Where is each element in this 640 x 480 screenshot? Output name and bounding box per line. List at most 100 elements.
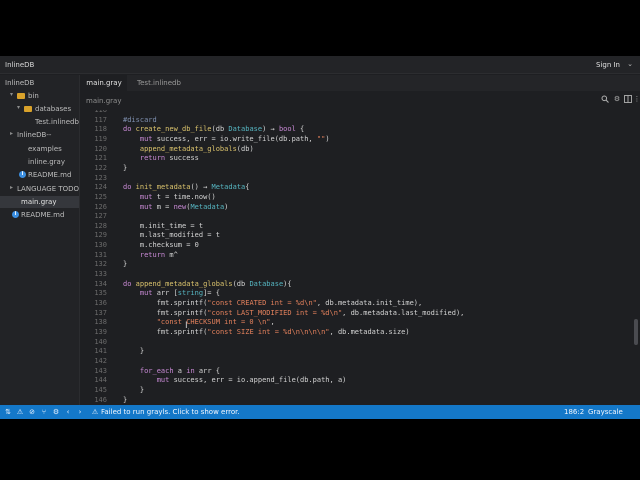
code-line[interactable]: 122}	[81, 164, 632, 174]
sidebar-item[interactable]: ▾ bin	[0, 90, 79, 102]
sidebar-item[interactable]: i README.md	[0, 209, 79, 221]
code-line[interactable]: 141 }	[81, 347, 632, 357]
code-line[interactable]: 119 mut success, err = io.write_file(db.…	[81, 135, 632, 145]
status-message[interactable]: Failed to run grayls. Click to show erro…	[101, 408, 240, 416]
chevron-icon[interactable]: ‹	[64, 408, 72, 416]
code-token: ,	[270, 318, 275, 327]
code-line[interactable]: 134 do append_metadata_globals(db Databas…	[81, 280, 632, 290]
line-number: 118	[94, 125, 107, 134]
code-token: success, err = io.write_file(db.path,	[156, 134, 317, 143]
more-icon[interactable]: ⋮	[633, 95, 640, 104]
sidebar-item-label: examples	[28, 145, 62, 153]
code-line[interactable]: 131 return m^	[81, 251, 632, 261]
code-token: , db.metadata.size)	[329, 327, 410, 336]
code-line[interactable]: 136 fmt.sprintf("const CREATED int = %d\…	[81, 299, 632, 309]
tab-main-gray[interactable]: main.gray	[81, 75, 127, 91]
sidebar-item-label: bin	[28, 92, 39, 100]
code-line[interactable]: 133	[81, 270, 632, 280]
code-token: return	[139, 250, 170, 259]
code-text: }	[123, 260, 127, 268]
code-line[interactable]: 121 return success	[81, 154, 632, 164]
code-text: do create_new_db_file(db Database) → boo…	[123, 125, 304, 133]
code-line[interactable]: 123	[81, 174, 632, 184]
sidebar-item[interactable]: ▾ databases	[0, 103, 79, 115]
error-icon[interactable]: ⊘	[28, 408, 36, 416]
code-editor[interactable]: 116 117 #discard 118 do create_new_db_file(d…	[81, 110, 632, 405]
sidebar-item[interactable]: ▸ InlineDB--	[0, 129, 79, 141]
line-number: 129	[94, 231, 107, 240]
sidebar-item[interactable]: main.gray	[0, 196, 79, 208]
line-number: 128	[94, 221, 107, 230]
code-line[interactable]: 117 #discard	[81, 116, 632, 126]
theme-indicator[interactable]: Grayscale	[588, 408, 623, 416]
code-line[interactable]: 138 "const CHECKSUM int = 0 \n",	[81, 318, 632, 328]
sidebar-item[interactable]: examples	[0, 143, 79, 155]
code-text: }	[123, 347, 144, 355]
code-text: mut m = new(Metadata)	[123, 203, 229, 211]
code-line[interactable]: 128 m.init_time = t	[81, 222, 632, 232]
code-line[interactable]: 124 do init_metadata() → Metadata{	[81, 183, 632, 193]
code-token: }	[123, 395, 128, 404]
code-line[interactable]: 132}	[81, 260, 632, 270]
chevron-down-icon[interactable]: ▾	[17, 104, 20, 111]
code-line[interactable]: 139 fmt.sprintf("const SIZE int = %d\n\n…	[81, 328, 632, 338]
code-line[interactable]: 118 do create_new_db_file(db Database) → …	[81, 125, 632, 135]
sidebar-item[interactable]: i README.md	[0, 169, 79, 181]
code-text: "const CHECKSUM int = 0 \n",	[123, 318, 275, 326]
cursor-position[interactable]: 186:2	[564, 408, 584, 416]
code-token: success	[169, 154, 199, 163]
code-token: "const SIZE int = %d\n\n\n\n"	[207, 327, 330, 336]
chevron-right-icon[interactable]: ▸	[10, 130, 13, 137]
code-line[interactable]: 125 mut t = time.now()	[81, 193, 632, 203]
error-badge-icon[interactable]: ⚠	[91, 408, 99, 416]
chevron-down-icon[interactable]: ▾	[10, 91, 13, 98]
code-line[interactable]: 142	[81, 357, 632, 367]
line-number: 123	[94, 173, 107, 182]
code-line[interactable]: 129 m.last_modified = t	[81, 231, 632, 241]
code-token: ){	[283, 279, 292, 288]
vertical-scrollbar[interactable]	[632, 110, 640, 405]
chevron-icon[interactable]: ›	[76, 408, 84, 416]
sidebar-item[interactable]: InlineDB	[0, 77, 79, 89]
code-line[interactable]: 135 mut arr [string]= {	[81, 289, 632, 299]
code-line[interactable]: 120 append_metadata_globals(db)	[81, 145, 632, 155]
code-token: fmt.sprintf(	[123, 299, 208, 307]
search-icon[interactable]	[601, 95, 609, 104]
line-number: 132	[94, 260, 107, 269]
code-line[interactable]: 144 mut success, err = io.append_file(db…	[81, 376, 632, 386]
code-line[interactable]: 130 m.checksum = 0	[81, 241, 632, 251]
code-line[interactable]: 145 }	[81, 386, 632, 396]
code-line[interactable]: 137 fmt.sprintf("const LAST_MODIFIED int…	[81, 309, 632, 319]
warning-icon[interactable]: ⚠	[16, 408, 24, 416]
code-line[interactable]: 127	[81, 212, 632, 222]
broadcast-icon[interactable]: ⇅	[4, 408, 12, 416]
sign-in-button[interactable]: Sign In	[596, 61, 620, 69]
breadcrumb-path[interactable]: main.gray	[86, 97, 121, 105]
sidebar-item[interactable]: ▸ LANGUAGE TODO	[0, 183, 79, 195]
sidebar-item-label: README.md	[28, 171, 72, 179]
code-line[interactable]: 140	[81, 338, 632, 348]
code-line[interactable]: 143 for_each a in arr {	[81, 367, 632, 377]
sidebar-item[interactable]: Test.inlinedb	[0, 116, 79, 128]
code-line[interactable]: 126 mut m = new(Metadata)	[81, 203, 632, 213]
git-icon[interactable]: ⑂	[40, 408, 48, 416]
code-text: mut success, err = io.write_file(db.path…	[123, 135, 330, 143]
chevron-down-icon[interactable]: ⌄	[627, 60, 633, 68]
chevron-right-icon[interactable]: ▸	[10, 184, 13, 191]
code-line[interactable]: 146}	[81, 396, 632, 406]
line-number: 141	[94, 347, 107, 356]
scrollbar-thumb[interactable]	[634, 319, 638, 345]
code-token: m^	[169, 250, 178, 259]
line-number: 119	[94, 134, 107, 143]
sidebar-item-label: Test.inlinedb	[35, 118, 79, 126]
code-token: mut	[139, 134, 157, 143]
code-text: mut arr [string]= {	[123, 289, 220, 297]
tab-test-inlinedb[interactable]: Test.inlinedb	[129, 75, 189, 91]
gear-icon[interactable]: ⚙	[52, 408, 60, 416]
settings-icon[interactable]: ⚙	[613, 95, 621, 104]
split-editor-icon[interactable]	[624, 95, 632, 104]
line-number: 121	[94, 154, 107, 163]
sidebar-item[interactable]: inline.gray	[0, 156, 79, 168]
code-token: append_metadata_globals	[135, 279, 233, 288]
